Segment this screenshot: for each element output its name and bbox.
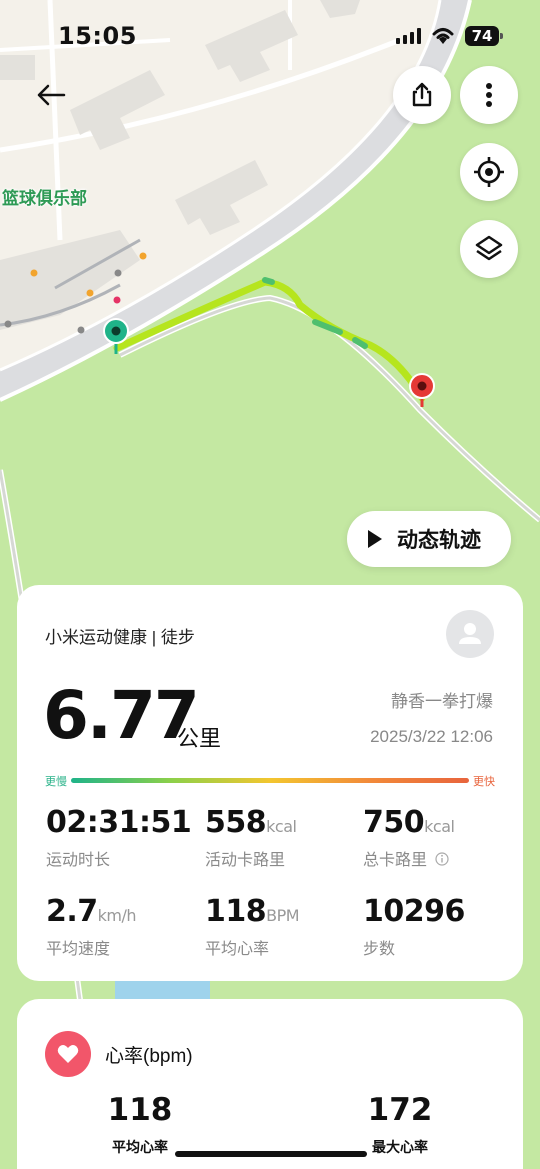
status-bar: 15:05 74: [0, 18, 540, 54]
stat-total-calories: 750kcal 总卡路里: [363, 805, 455, 870]
stat-unit: km/h: [97, 906, 137, 925]
stat-value: 10296: [363, 894, 465, 929]
play-icon: [368, 530, 382, 548]
workout-source: 小米运动健康 | 徒步: [45, 628, 195, 647]
stat-label: 总卡路里: [363, 852, 428, 869]
locate-icon: [474, 157, 504, 187]
battery-indicator: 74: [465, 26, 503, 46]
home-indicator[interactable]: [175, 1151, 367, 1157]
layers-icon: [475, 235, 503, 261]
back-arrow-icon[interactable]: [34, 78, 68, 112]
avatar[interactable]: [446, 610, 494, 658]
stat-label: 运动时长: [46, 852, 111, 869]
heart-icon: [45, 1031, 91, 1077]
stat-unit: kcal: [424, 817, 455, 836]
info-icon[interactable]: [435, 852, 450, 866]
max-heart-rate-value: 172: [367, 1092, 433, 1128]
pace-fast-label: 更快: [473, 776, 495, 788]
stat-value: 750: [363, 805, 425, 840]
workout-summary-card: 小米运动健康 | 徒步 6.77 公里 静香一拳打爆 2025/3/22 12:…: [17, 585, 523, 981]
avg-heart-rate-value: 118: [107, 1092, 173, 1128]
distance-unit: 公里: [177, 726, 222, 751]
user-name: 静香一拳打爆: [391, 692, 493, 711]
stat-steps: 10296 步数: [363, 894, 465, 959]
locate-button[interactable]: [460, 143, 518, 201]
stat-avg-heart-rate: 118BPM 平均心率: [205, 894, 300, 959]
start-pin-icon: [103, 318, 129, 354]
stat-label: 平均速度: [46, 941, 111, 958]
dynamic-track-label: 动态轨迹: [397, 529, 481, 552]
distance-value: 6.77: [43, 677, 200, 754]
dynamic-track-button[interactable]: 动态轨迹: [347, 511, 511, 567]
stat-duration: 02:31:51 运动时长: [46, 805, 192, 870]
more-button[interactable]: [460, 66, 518, 124]
stat-label: 步数: [363, 941, 396, 958]
avatar-icon: [459, 623, 481, 644]
layers-button[interactable]: [460, 220, 518, 278]
stat-avg-speed: 2.7km/h 平均速度: [46, 894, 137, 959]
stat-label: 活动卡路里: [205, 852, 286, 869]
pace-slow-label: 更慢: [45, 776, 67, 788]
stat-active-calories: 558kcal 活动卡路里: [205, 805, 297, 870]
stat-value: 118: [205, 894, 267, 929]
heart-rate-card[interactable]: 心率(bpm) 118 平均心率 172 最大心率: [17, 999, 523, 1169]
pace-gradient-bar: [71, 778, 469, 783]
share-icon: [412, 82, 432, 107]
status-time: 15:05: [58, 22, 137, 50]
stat-unit: BPM: [266, 906, 300, 925]
wifi-icon: [432, 28, 454, 44]
stat-value: 2.7: [46, 894, 98, 929]
map-place-label: 篮球俱乐部: [2, 189, 87, 208]
share-button[interactable]: [393, 66, 451, 124]
end-pin-icon: [409, 373, 435, 407]
signal-icon: [396, 28, 421, 44]
stat-label: 平均心率: [205, 941, 270, 958]
stat-unit: kcal: [266, 817, 297, 836]
workout-date: 2025/3/22 12:06: [370, 727, 493, 746]
stat-value: 02:31:51: [46, 805, 192, 840]
heart-rate-title: 心率(bpm): [105, 1046, 193, 1067]
more-icon: [486, 83, 492, 107]
stat-value: 558: [205, 805, 267, 840]
